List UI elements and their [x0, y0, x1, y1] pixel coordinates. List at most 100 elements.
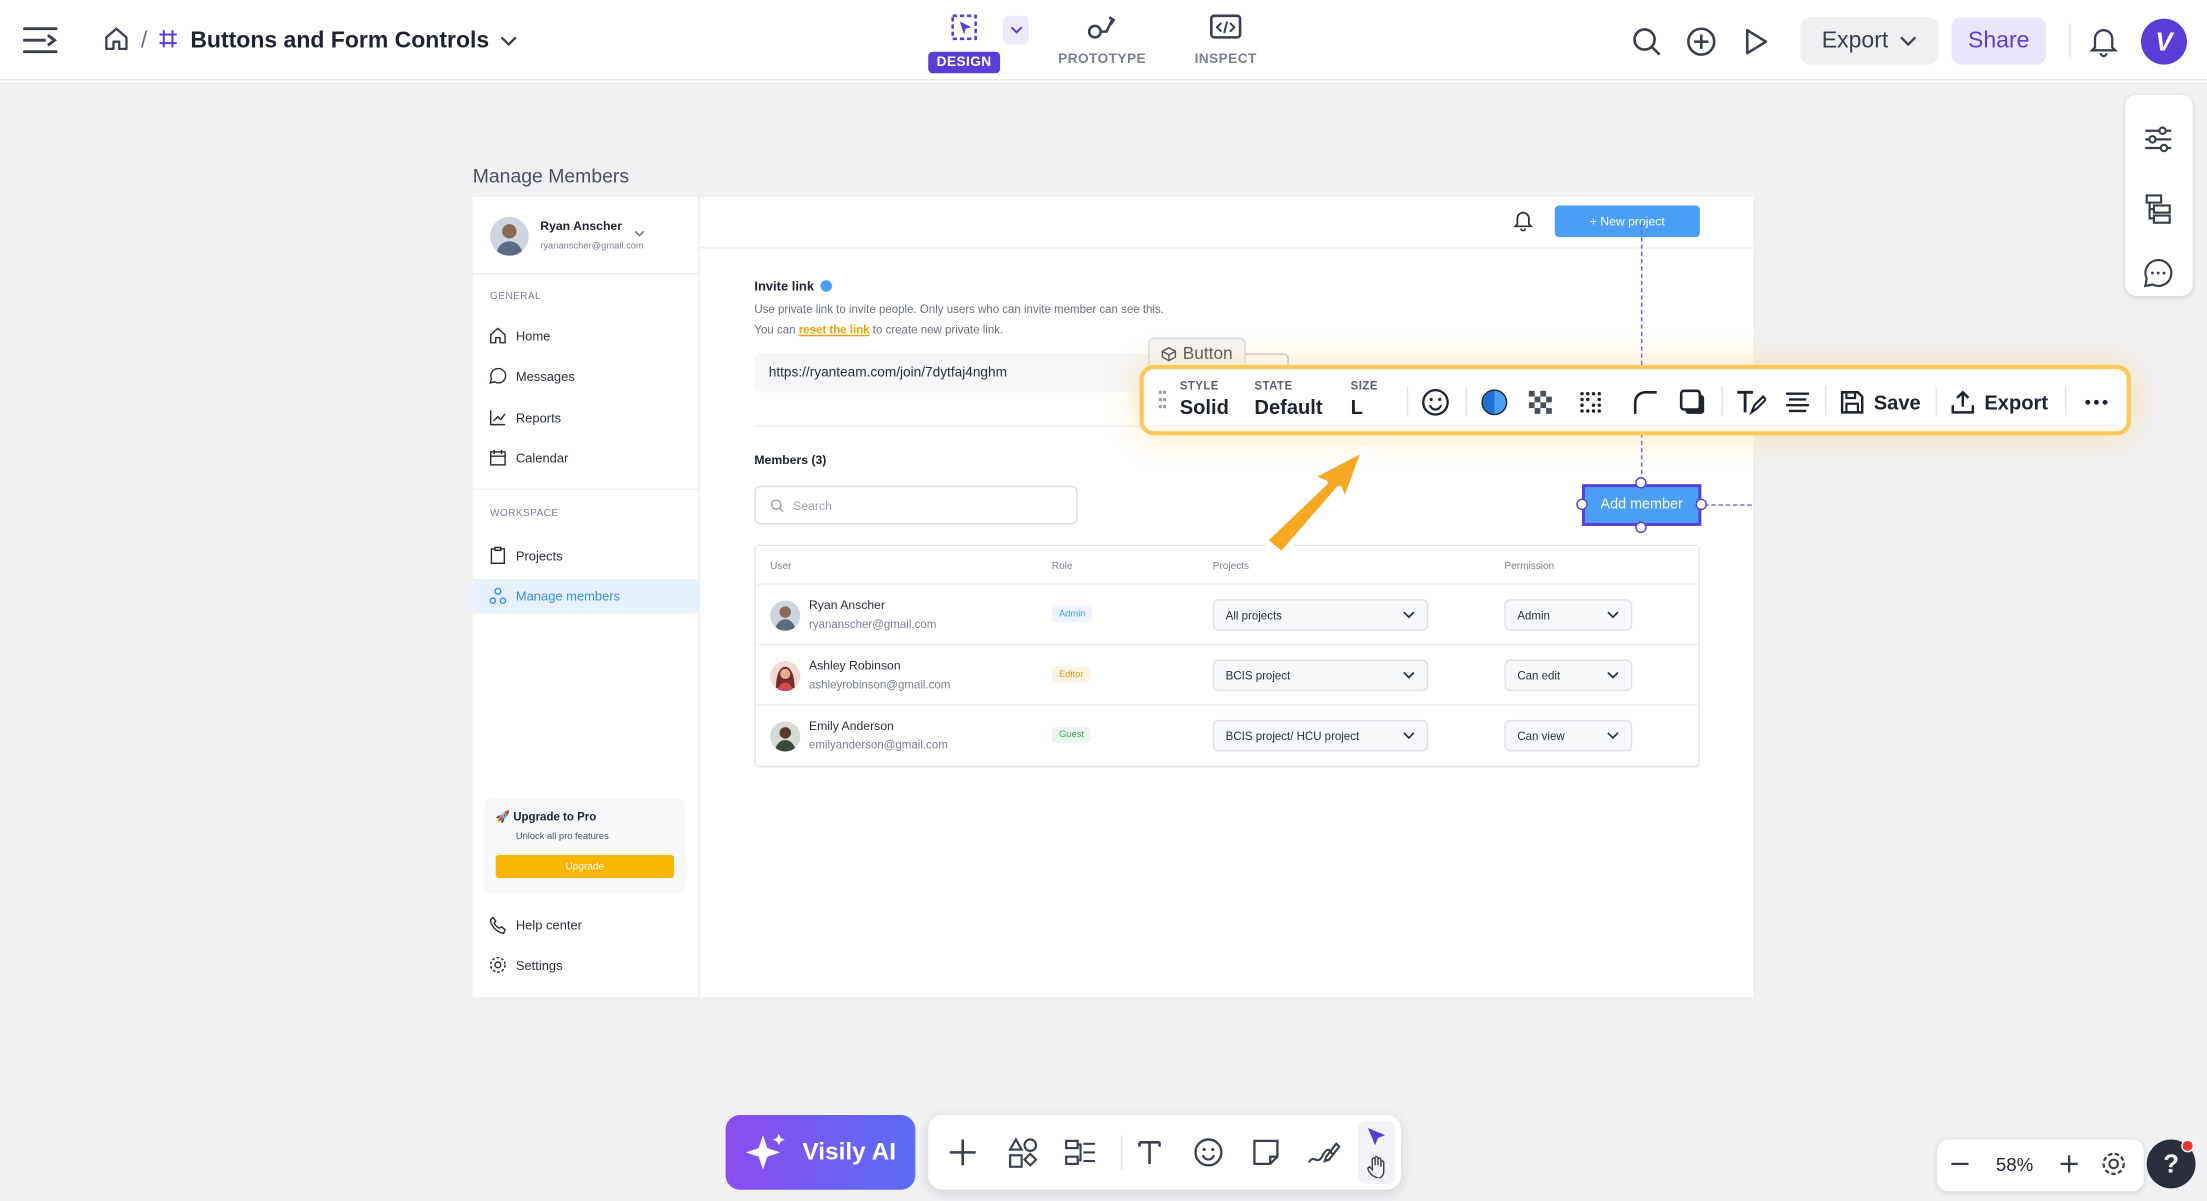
- upgrade-button[interactable]: Upgrade: [495, 854, 674, 878]
- breadcrumb: / Buttons and Form Controls: [103, 24, 518, 58]
- divider: [1935, 386, 1937, 416]
- text-icon[interactable]: [1129, 1132, 1169, 1172]
- column-projects: Projects: [1212, 561, 1250, 572]
- sidebar-item-label: Manage members: [515, 588, 621, 603]
- table-row[interactable]: Emily Anderson emilyanderson@gmail.com G…: [756, 706, 1699, 766]
- sticky-note-icon[interactable]: [1246, 1132, 1286, 1172]
- settings-sliders-icon[interactable]: [2140, 121, 2177, 158]
- zoom-out-icon[interactable]: [1948, 1152, 1971, 1182]
- align-icon[interactable]: [1780, 385, 1814, 419]
- visily-ai-button[interactable]: Visily AI: [725, 1115, 916, 1190]
- table-row[interactable]: Ryan Anscher ryananscher@gmail.com Admin…: [755, 585, 1699, 646]
- export-component-button[interactable]: Export: [1950, 385, 2048, 419]
- alignment-guide: [1640, 222, 1643, 482]
- menu-icon[interactable]: [20, 20, 60, 60]
- sidebar-item-projects[interactable]: Projects: [489, 546, 563, 565]
- role-badge: Guest: [1051, 727, 1092, 743]
- sidebar-item-help[interactable]: Help center: [489, 915, 582, 934]
- invite-link-field[interactable]: https://ryanteam.com/join/7dytfaj4nghm: [754, 353, 1157, 393]
- project-select[interactable]: All projects: [1212, 599, 1429, 631]
- add-member-button[interactable]: Add member: [1582, 484, 1702, 526]
- info-icon[interactable]: [819, 280, 832, 292]
- border-style-icon[interactable]: [1573, 385, 1607, 419]
- chevron-down-icon[interactable]: [501, 29, 518, 55]
- bell-icon[interactable]: [1513, 208, 1534, 238]
- add-circle-icon[interactable]: [1683, 23, 1720, 60]
- shapes-icon[interactable]: [1003, 1132, 1043, 1172]
- sidebar-item-calendar[interactable]: Calendar: [489, 448, 568, 467]
- resize-handle[interactable]: [1635, 521, 1647, 534]
- design-dropdown-button[interactable]: [1002, 15, 1029, 45]
- sidebar-item-reports[interactable]: Reports: [489, 408, 561, 427]
- upgrade-title: 🚀 Upgrade to Pro: [495, 810, 597, 824]
- chevron-down-icon[interactable]: [634, 220, 645, 246]
- drag-handle-icon[interactable]: [1158, 389, 1167, 416]
- members-table: User Role Projects Permission Ryan Ansch…: [754, 544, 1700, 768]
- frame-title[interactable]: Manage Members: [473, 165, 629, 187]
- corner-radius-icon[interactable]: [1628, 385, 1662, 419]
- resize-handle[interactable]: [1576, 498, 1588, 511]
- save-button[interactable]: Save: [1839, 385, 1921, 419]
- profile-name: Ryan Anscher: [540, 218, 622, 233]
- emoji-icon[interactable]: [1418, 385, 1452, 419]
- new-project-button[interactable]: + New project: [1554, 205, 1700, 238]
- section-general: GENERAL: [489, 291, 542, 302]
- hand-icon[interactable]: [1365, 1155, 1388, 1185]
- text-style-icon[interactable]: [1733, 385, 1767, 419]
- document-title[interactable]: Buttons and Form Controls: [190, 29, 489, 55]
- table-row[interactable]: Ashley Robinson ashleyrobinson@gmail.com…: [755, 645, 1699, 706]
- resize-handle[interactable]: [1635, 477, 1647, 489]
- style-selector[interactable]: STYLE Solid: [1180, 380, 1229, 417]
- size-key: SIZE: [1350, 379, 1378, 393]
- layers-icon[interactable]: [2140, 190, 2177, 227]
- bell-icon[interactable]: [2085, 23, 2122, 60]
- frame-icon: [159, 28, 179, 55]
- state-selector[interactable]: STATE Default: [1254, 380, 1322, 417]
- tab-prototype[interactable]: PROTOTYPE: [1052, 9, 1153, 75]
- sidebar-item-home[interactable]: Home: [489, 326, 551, 345]
- shadow-icon[interactable]: [1675, 385, 1709, 419]
- sidebar-item-messages[interactable]: Messages: [489, 366, 575, 385]
- zoom-level[interactable]: 58%: [1989, 1154, 2041, 1176]
- pen-icon[interactable]: [1303, 1132, 1343, 1172]
- comment-icon[interactable]: [2140, 254, 2177, 291]
- zoom-in-icon[interactable]: [2058, 1152, 2081, 1182]
- more-icon[interactable]: [2079, 385, 2113, 419]
- export-label: Export: [1821, 28, 1889, 53]
- pointer-icon[interactable]: [1365, 1125, 1388, 1155]
- divider: [472, 488, 700, 490]
- add-icon[interactable]: [943, 1132, 983, 1172]
- invite-text: to create new private link.: [869, 323, 1004, 337]
- tab-design[interactable]: DESIGN: [914, 9, 1015, 75]
- avatar[interactable]: V: [2140, 18, 2187, 65]
- member-email: emilyanderson@gmail.com: [808, 738, 948, 752]
- fill-color-icon[interactable]: [1477, 385, 1511, 419]
- reset-link[interactable]: reset the link: [799, 323, 870, 336]
- sidebar-item-label: Home: [515, 328, 551, 343]
- design-frame[interactable]: Ryan Anscher ryananscher@gmail.com GENER…: [472, 196, 1754, 998]
- gear-icon: [489, 956, 506, 973]
- permission-select[interactable]: Can view: [1504, 719, 1633, 752]
- components-icon[interactable]: [1060, 1132, 1100, 1172]
- project-select[interactable]: BCIS project: [1212, 659, 1429, 692]
- search-input[interactable]: Search: [754, 485, 1078, 525]
- column-role: Role: [1051, 561, 1073, 572]
- opacity-icon[interactable]: [1523, 385, 1557, 419]
- tab-inspect[interactable]: INSPECT: [1175, 9, 1276, 75]
- project-select[interactable]: BCIS project/ HCU project: [1212, 719, 1429, 752]
- home-icon[interactable]: [103, 25, 129, 58]
- role-badge: Admin: [1051, 606, 1093, 623]
- gear-icon[interactable]: [2101, 1151, 2127, 1184]
- permission-value: Can view: [1517, 729, 1565, 743]
- permission-select[interactable]: Admin: [1504, 599, 1633, 631]
- share-button[interactable]: Share: [1951, 17, 2047, 65]
- export-button[interactable]: Export: [1800, 17, 1939, 65]
- permission-select[interactable]: Can edit: [1504, 659, 1633, 692]
- resize-handle[interactable]: [1695, 498, 1708, 511]
- size-selector[interactable]: SIZE L: [1350, 379, 1378, 417]
- search-icon[interactable]: [1628, 23, 1665, 60]
- play-icon[interactable]: [1737, 23, 1774, 60]
- search-placeholder: Search: [793, 497, 832, 513]
- emoji-icon[interactable]: [1188, 1132, 1228, 1172]
- sidebar-item-settings[interactable]: Settings: [489, 956, 563, 975]
